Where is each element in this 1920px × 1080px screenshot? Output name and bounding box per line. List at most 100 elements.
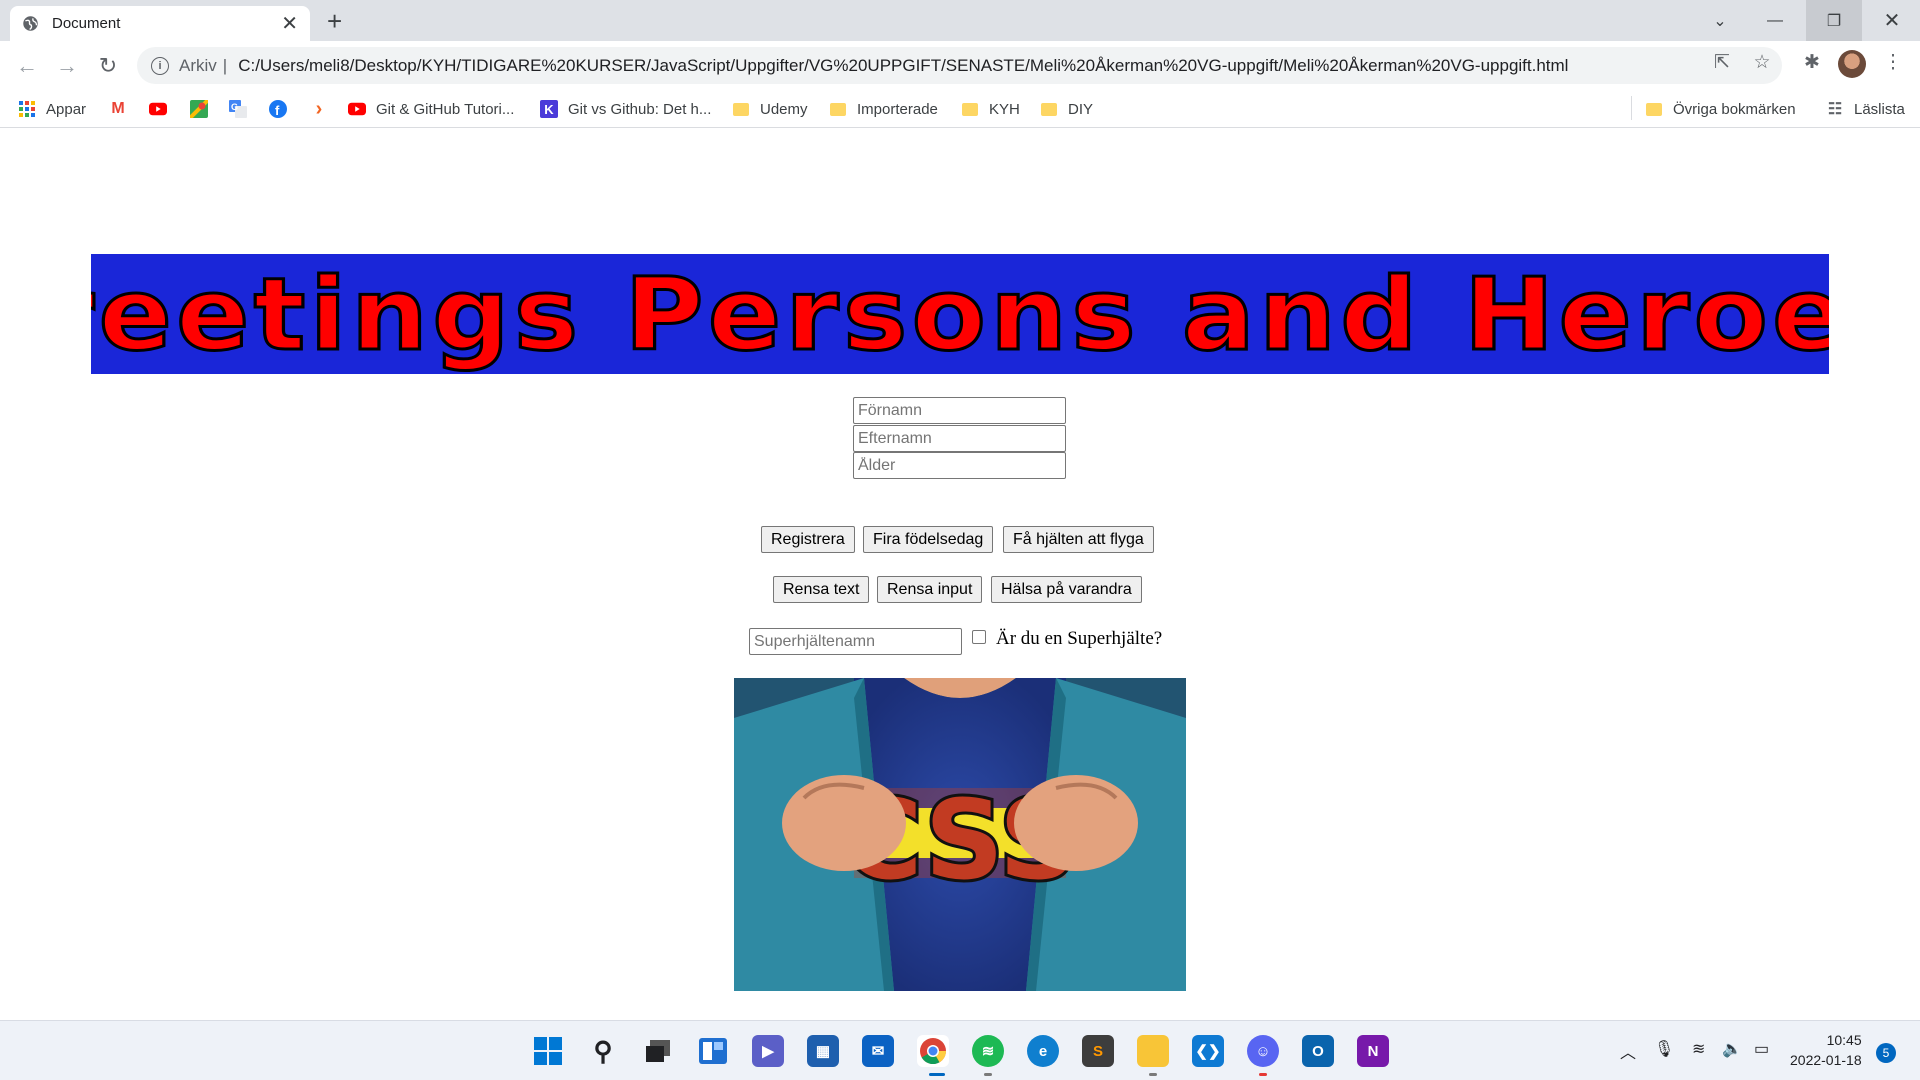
address-separator: | bbox=[222, 55, 228, 75]
close-window-icon[interactable]: ✕ bbox=[1864, 0, 1920, 41]
battery-icon[interactable]: ▭ bbox=[1754, 1039, 1769, 1059]
chrome-icon[interactable] bbox=[917, 1035, 949, 1067]
bookmark-label: Övriga bokmärken bbox=[1673, 100, 1796, 118]
teams-chat-icon[interactable]: ▶ bbox=[752, 1035, 784, 1067]
explorer-running-indicator bbox=[1149, 1073, 1157, 1076]
share-icon[interactable]: ⇱ bbox=[1711, 51, 1733, 73]
wifi-icon[interactable]: ≋ bbox=[1692, 1039, 1705, 1059]
reading-list-label: Läslista bbox=[1854, 100, 1905, 118]
bookmark-folder-importerade[interactable]: Importerade bbox=[829, 98, 938, 120]
facebook-icon: f bbox=[269, 100, 287, 118]
k-icon: K bbox=[540, 100, 558, 118]
clock-date: 2022-01-18 bbox=[1790, 1052, 1862, 1068]
folder-icon bbox=[829, 100, 847, 118]
profile-avatar[interactable] bbox=[1838, 50, 1866, 78]
bookmark-facebook[interactable]: f bbox=[269, 98, 297, 120]
task-view-icon[interactable] bbox=[642, 1035, 674, 1067]
tray-overflow-icon[interactable]: ︿ bbox=[1620, 1039, 1636, 1063]
windows-taskbar: ⚲ ▶ ▦ ✉ ≋ e S ❮❯ ☺ O N ︿ 🎙 ≋ 🔈 ▭ 10:45 2… bbox=[0, 1020, 1920, 1080]
tab-close-icon[interactable]: ✕ bbox=[281, 14, 298, 34]
bookmark-translate[interactable]: G bbox=[229, 98, 257, 120]
extensions-icon[interactable]: ✱ bbox=[1801, 51, 1823, 73]
folder-icon bbox=[1040, 100, 1058, 118]
bookmark-apps[interactable]: Appar bbox=[18, 98, 86, 120]
discord-icon[interactable]: ☺ bbox=[1247, 1035, 1279, 1067]
tab-title: Document bbox=[52, 15, 121, 32]
bookmark-gmail[interactable]: M bbox=[109, 98, 137, 120]
apps-grid-icon bbox=[18, 100, 36, 118]
new-tab-icon[interactable]: + bbox=[327, 8, 342, 34]
bookmark-folder-udemy[interactable]: Udemy bbox=[732, 98, 808, 120]
bookmark-folder-diy[interactable]: DIY bbox=[1040, 98, 1093, 120]
search-icon[interactable]: ⚲ bbox=[587, 1035, 619, 1067]
bookmark-youtube[interactable] bbox=[149, 98, 177, 120]
menu-kebab-icon[interactable]: ⋮ bbox=[1882, 51, 1904, 73]
bookmark-label: DIY bbox=[1068, 100, 1094, 118]
bookmark-folder-kyh[interactable]: KYH bbox=[961, 98, 1020, 120]
superhero-checkbox[interactable] bbox=[972, 630, 986, 644]
browser-toolbar: ← → ↻ i Arkiv | C:/Users/meli8/Desktop/K… bbox=[0, 41, 1920, 90]
restore-icon[interactable]: ❐ bbox=[1806, 0, 1862, 41]
address-bar[interactable]: i Arkiv | C:/Users/meli8/Desktop/KYH/TID… bbox=[137, 47, 1782, 84]
notification-badge[interactable]: 5 bbox=[1876, 1043, 1896, 1063]
make-hero-fly-button[interactable]: Få hjälten att flyga bbox=[1003, 526, 1154, 553]
bookmark-star-icon[interactable]: ☆ bbox=[1751, 51, 1773, 73]
vscode-icon[interactable]: ❮❯ bbox=[1192, 1035, 1224, 1067]
back-icon[interactable]: ← bbox=[14, 53, 40, 79]
clear-text-button[interactable]: Rensa text bbox=[773, 576, 870, 603]
mail-icon[interactable]: ✉ bbox=[862, 1035, 894, 1067]
register-button[interactable]: Registrera bbox=[761, 526, 855, 553]
superhero-name-input[interactable] bbox=[749, 628, 962, 655]
clear-input-button[interactable]: Rensa input bbox=[877, 576, 983, 603]
reading-list[interactable]: ☷ Läslista bbox=[1826, 98, 1905, 120]
address-scheme: Arkiv bbox=[179, 55, 217, 75]
file-explorer-icon[interactable] bbox=[1137, 1035, 1169, 1067]
page-content: Greetings Persons and Heroes! Registrera… bbox=[0, 129, 1920, 1020]
bookmark-divider bbox=[1631, 96, 1632, 120]
sublime-icon[interactable]: S bbox=[1082, 1035, 1114, 1067]
outlook-icon[interactable]: O bbox=[1302, 1035, 1334, 1067]
forward-icon[interactable]: → bbox=[54, 53, 80, 79]
widgets-icon[interactable] bbox=[697, 1035, 729, 1067]
bookmark-other[interactable]: Övriga bokmärken bbox=[1645, 98, 1796, 120]
maps-icon bbox=[190, 100, 208, 118]
lastname-input[interactable] bbox=[853, 425, 1066, 452]
globe-icon bbox=[23, 16, 38, 31]
bookmark-maps[interactable] bbox=[190, 98, 218, 120]
greet-each-other-button[interactable]: Hälsa på varandra bbox=[991, 576, 1142, 603]
browser-tab[interactable]: Document ✕ bbox=[10, 6, 310, 41]
tab-strip: Document ✕ + ⌄ — ❐ ✕ bbox=[0, 0, 1920, 41]
bookmark-label: KYH bbox=[989, 100, 1020, 118]
info-icon[interactable]: i bbox=[151, 56, 169, 75]
svg-text:G: G bbox=[231, 102, 238, 112]
onenote-icon[interactable]: N bbox=[1357, 1035, 1389, 1067]
youtube-icon bbox=[348, 100, 366, 118]
spotify-running-indicator bbox=[984, 1073, 992, 1076]
reload-icon[interactable]: ↻ bbox=[95, 53, 121, 79]
spotify-icon[interactable]: ≋ bbox=[972, 1035, 1004, 1067]
bookmarks-bar: Appar M G f › Git & GitHub Tutori... K G… bbox=[0, 90, 1920, 128]
bookmark-label: Git vs Github: Det h... bbox=[568, 100, 712, 118]
bookmark-git-tutorial[interactable]: Git & GitHub Tutori... bbox=[348, 98, 514, 120]
bookmark-arrow[interactable]: › bbox=[310, 98, 338, 120]
translate-icon: G bbox=[229, 100, 247, 118]
discord-running-indicator bbox=[1259, 1073, 1267, 1076]
firstname-input[interactable] bbox=[853, 397, 1066, 424]
tab-search-icon[interactable]: ⌄ bbox=[1692, 0, 1748, 41]
edge-icon[interactable]: e bbox=[1027, 1035, 1059, 1067]
superhero-css-image: CSS bbox=[734, 678, 1186, 991]
minimize-icon[interactable]: — bbox=[1747, 0, 1803, 41]
volume-icon[interactable]: 🔈 bbox=[1722, 1039, 1742, 1059]
microphone-icon[interactable]: 🎙 bbox=[1654, 1039, 1674, 1059]
chevron-orange-icon: › bbox=[315, 97, 323, 120]
start-icon[interactable] bbox=[532, 1035, 564, 1067]
chrome-active-indicator bbox=[929, 1073, 945, 1076]
celebrate-birthday-button[interactable]: Fira födelsedag bbox=[863, 526, 994, 553]
age-input[interactable] bbox=[853, 452, 1066, 479]
address-url[interactable]: C:/Users/meli8/Desktop/KYH/TIDIGARE%20KU… bbox=[238, 56, 1568, 76]
bookmark-git-vs-github[interactable]: K Git vs Github: Det h... bbox=[540, 98, 711, 120]
system-clock[interactable]: 10:45 2022-01-18 bbox=[1790, 1030, 1862, 1070]
bookmark-label: Appar bbox=[46, 100, 87, 118]
heading-banner: Greetings Persons and Heroes! bbox=[91, 254, 1829, 374]
store-icon[interactable]: ▦ bbox=[807, 1035, 839, 1067]
